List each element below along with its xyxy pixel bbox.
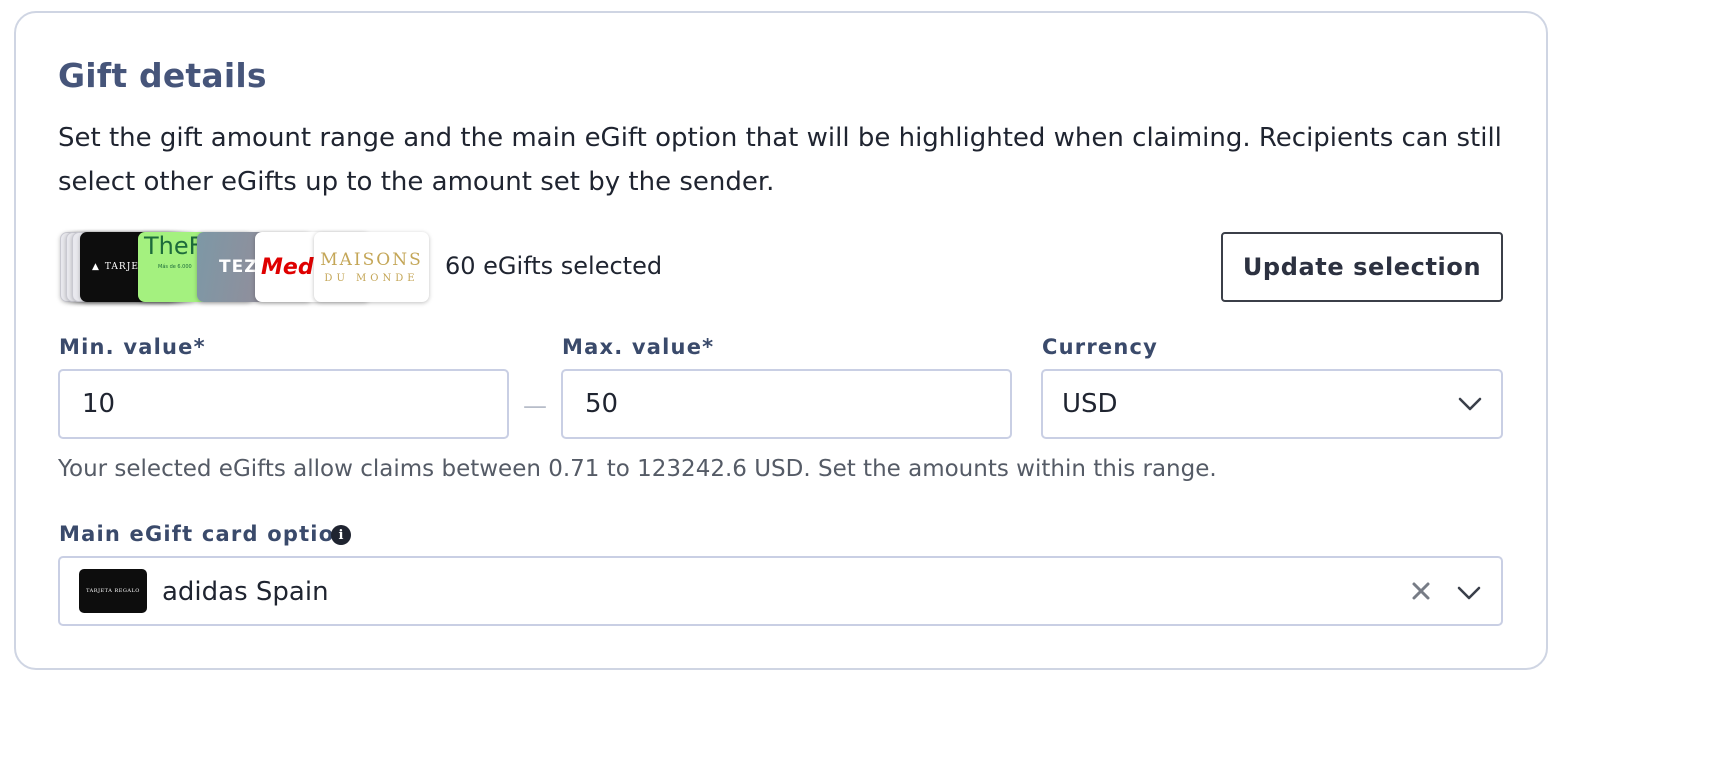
chevron-down-icon xyxy=(1456,390,1484,418)
min-value-label: Min. value* xyxy=(59,335,206,359)
card-maisons-du-monde: MAISONS DU MONDE xyxy=(314,232,429,302)
main-egift-thumbnail: TARJETA REGALO xyxy=(79,569,147,613)
max-value-input[interactable] xyxy=(585,389,1010,419)
min-value-field[interactable] xyxy=(58,369,509,439)
amount-range-hint: Your selected eGifts allow claims betwee… xyxy=(58,456,1217,482)
card-maisons-text: MAISONS xyxy=(320,250,423,270)
main-egift-thumb-text: TARJETA REGALO xyxy=(86,588,140,594)
chevron-down-icon[interactable] xyxy=(1455,579,1483,607)
selected-egifts-stack[interactable]: ▲ TARJET TheFo Más de 6.000 TEZ Media MA… xyxy=(58,230,438,306)
main-egift-value: adidas Spain xyxy=(162,577,329,607)
min-value-input[interactable] xyxy=(82,389,507,419)
currency-select[interactable]: USD xyxy=(1041,369,1503,439)
section-title: Gift details xyxy=(58,56,267,95)
range-separator: — xyxy=(523,392,547,420)
clear-icon[interactable] xyxy=(1408,578,1434,604)
egifts-selected-count: 60 eGifts selected xyxy=(445,252,663,280)
main-egift-label: Main eGift card option xyxy=(59,522,351,546)
currency-label: Currency xyxy=(1042,335,1159,359)
update-selection-button[interactable]: Update selection xyxy=(1221,232,1503,302)
max-value-label: Max. value* xyxy=(562,335,715,359)
info-icon[interactable]: i xyxy=(331,525,351,545)
currency-value: USD xyxy=(1062,389,1118,419)
card-maisons-subtext: DU MONDE xyxy=(324,273,419,284)
main-egift-select[interactable]: TARJETA REGALO adidas Spain xyxy=(58,556,1503,626)
section-description: Set the gift amount range and the main e… xyxy=(58,123,1502,197)
max-value-field[interactable] xyxy=(561,369,1012,439)
card-tezenis-text: TEZ xyxy=(219,257,258,277)
adidas-logo-icon: ▲ xyxy=(92,262,100,272)
card-thefork-subtext: Más de 6.000 xyxy=(158,264,192,270)
